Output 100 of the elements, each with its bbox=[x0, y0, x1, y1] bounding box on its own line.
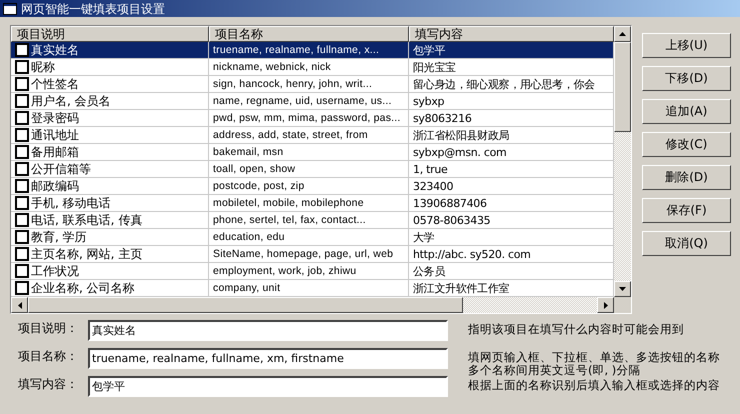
column-header[interactable]: 项目名称 bbox=[209, 26, 409, 42]
table-cell: 留心身边，细心观察，用心思考，你会 bbox=[413, 76, 595, 92]
table-cell: truename, realname, fullname, x... bbox=[213, 42, 380, 58]
table-cell: 通讯地址 bbox=[31, 128, 79, 142]
table-cell: 用户名, 会员名 bbox=[31, 94, 111, 108]
table-cell: sybxp@msn. com bbox=[413, 144, 506, 160]
field-label: 项目名称： bbox=[18, 348, 79, 364]
table-cell: 个性签名 bbox=[31, 76, 79, 92]
table-cell: 公务员 bbox=[413, 264, 446, 278]
table-cell: nickname, webnick, nick bbox=[213, 60, 331, 74]
table-cell: phone, sertel, tel, fax, contact... bbox=[213, 212, 366, 228]
table-cell: 包学平 bbox=[413, 42, 446, 58]
table-cell: 备用邮箱 bbox=[31, 144, 79, 160]
checkbox[interactable] bbox=[15, 145, 29, 159]
table-cell: 电话, 联系电话, 传真 bbox=[31, 212, 142, 228]
checkbox[interactable] bbox=[15, 230, 29, 244]
table-cell: http://abc. sy520. com bbox=[413, 246, 531, 262]
table-cell: 阳光宝宝 bbox=[413, 60, 456, 74]
table-cell: 13906887406 bbox=[413, 196, 487, 210]
table-cell: SiteName, homepage, page, url, web bbox=[213, 246, 394, 262]
table-cell: 主页名称, 网站, 主页 bbox=[31, 246, 142, 262]
table-cell: 昵称 bbox=[31, 60, 55, 74]
checkbox[interactable] bbox=[15, 196, 29, 210]
table-row[interactable]: 通讯地址 address, add, state, street, from 浙江省松阳县财政局 bbox=[11, 127, 614, 144]
checkbox[interactable] bbox=[15, 43, 29, 57]
vertical-scrollbar[interactable] bbox=[614, 26, 631, 297]
table-row[interactable]: 教育, 学历 education, edu 大学 bbox=[11, 229, 614, 246]
action-button[interactable]: 修改(C) bbox=[642, 132, 731, 157]
down-arrow-icon[interactable] bbox=[619, 287, 626, 291]
input-field[interactable]: 包学平 bbox=[88, 376, 448, 397]
checkbox[interactable] bbox=[15, 247, 29, 261]
table-cell: 企业名称, 公司名称 bbox=[31, 280, 135, 296]
checkbox[interactable] bbox=[15, 281, 29, 295]
table-cell: 真实姓名 bbox=[31, 42, 79, 58]
table-cell: 浙江省松阳县财政局 bbox=[413, 128, 510, 142]
table-cell: 0578-8063435 bbox=[413, 212, 490, 228]
left-arrow-icon[interactable] bbox=[18, 302, 22, 308]
hint-text: 根据上面的名称识别后填入输入框或选择的内容 bbox=[468, 379, 720, 392]
hint-text: 指明该项目在填写什么内容时可能会用到 bbox=[468, 323, 684, 336]
window-icon bbox=[3, 2, 17, 14]
table-cell: 大学 bbox=[413, 230, 434, 244]
action-button[interactable]: 上移(U) bbox=[642, 33, 731, 58]
hint-text: 多个名称间用英文逗号(即, )分隔 bbox=[468, 364, 642, 377]
table-cell: 登录密码 bbox=[31, 110, 79, 126]
checkbox[interactable] bbox=[15, 60, 29, 74]
input-field[interactable]: 真实姓名 bbox=[88, 320, 448, 341]
table-cell: company, unit bbox=[213, 280, 280, 296]
table-cell: 手机, 移动电话 bbox=[31, 196, 111, 210]
table-cell: 1, true bbox=[413, 162, 448, 176]
up-arrow-icon[interactable] bbox=[619, 32, 626, 36]
table-cell: sy8063216 bbox=[413, 110, 472, 126]
table-row[interactable]: 电话, 联系电话, 传真 phone, sertel, tel, fax, contact... 0578-8063435 bbox=[11, 212, 614, 229]
table-cell: employment, work, job, zhiwu bbox=[213, 264, 356, 278]
right-arrow-icon[interactable] bbox=[604, 302, 608, 308]
table-cell: mobiletel, mobile, mobilephone bbox=[213, 196, 364, 210]
input-field[interactable]: truename, realname, fullname, xm, firstname bbox=[88, 348, 448, 369]
checkbox[interactable] bbox=[15, 94, 29, 108]
table-row[interactable]: 昵称 nickname, webnick, nick 阳光宝宝 bbox=[11, 59, 614, 76]
field-label: 项目说明： bbox=[18, 320, 79, 336]
checkbox[interactable] bbox=[15, 111, 29, 125]
checkbox[interactable] bbox=[15, 264, 29, 278]
hint-text: 填网页输入框、下拉框、单选、多选按钮的名称 bbox=[468, 351, 720, 364]
checkbox[interactable] bbox=[15, 179, 29, 193]
table-row[interactable]: 登录密码 pwd, psw, mm, mima, password, pas... sy8063216 bbox=[11, 110, 614, 127]
table-cell: 浙江文升软件工作室 bbox=[413, 280, 510, 296]
table-row[interactable]: 邮政编码 postcode, post, zip 323400 bbox=[11, 178, 614, 195]
table-row[interactable]: 公开信箱等 toall, open, show 1, true bbox=[11, 161, 614, 178]
table-cell: 工作状况 bbox=[31, 264, 79, 278]
table-cell: name, regname, uid, username, us... bbox=[213, 94, 392, 108]
window-title: 网页智能一键填表项目设置 bbox=[21, 2, 165, 16]
action-button[interactable]: 追加(A) bbox=[642, 99, 731, 124]
table-cell: sybxp bbox=[413, 94, 444, 108]
action-button[interactable]: 保存(F) bbox=[642, 198, 731, 223]
table-row[interactable]: 工作状况 employment, work, job, zhiwu 公务员 bbox=[11, 263, 614, 280]
table-cell: 教育, 学历 bbox=[31, 230, 87, 244]
table-cell: postcode, post, zip bbox=[213, 178, 304, 194]
field-label: 填写内容： bbox=[18, 376, 79, 392]
table-cell: education, edu bbox=[213, 230, 285, 244]
action-button[interactable]: 取消(Q) bbox=[642, 231, 731, 256]
action-button[interactable]: 下移(D) bbox=[642, 66, 731, 91]
table-row[interactable]: 手机, 移动电话 mobiletel, mobile, mobilephone 13906887406 bbox=[11, 195, 614, 212]
checkbox[interactable] bbox=[15, 213, 29, 227]
table-cell: sign, hancock, henry, john, writ... bbox=[213, 76, 372, 92]
action-button[interactable]: 删除(D) bbox=[642, 165, 731, 190]
table-cell: address, add, state, street, from bbox=[213, 128, 368, 142]
checkbox[interactable] bbox=[15, 162, 29, 176]
table-row[interactable]: 主页名称, 网站, 主页 SiteName, homepage, page, url, web http://abc. sy520. com bbox=[11, 246, 614, 263]
checkbox[interactable] bbox=[15, 77, 29, 91]
table-row[interactable]: 真实姓名 truename, realname, fullname, x... 包学平 bbox=[11, 42, 614, 59]
table-row[interactable]: 用户名, 会员名 name, regname, uid, username, us... sybxp bbox=[11, 93, 614, 110]
table-cell: toall, open, show bbox=[213, 162, 296, 176]
table-cell: 公开信箱等 bbox=[31, 162, 91, 176]
table-row[interactable]: 备用邮箱 bakemail, msn sybxp@msn. com bbox=[11, 144, 614, 161]
checkbox[interactable] bbox=[15, 128, 29, 142]
column-header[interactable]: 项目说明 bbox=[11, 26, 209, 42]
column-header[interactable]: 填写内容 bbox=[409, 26, 614, 42]
table-row[interactable]: 个性签名 sign, hancock, henry, john, writ... 留心身边，细心观察，用心思考，你会 bbox=[11, 76, 614, 93]
table-cell: bakemail, msn bbox=[213, 144, 284, 160]
table-cell: pwd, psw, mm, mima, password, pas... bbox=[213, 110, 401, 126]
table-cell: 323400 bbox=[413, 178, 454, 194]
